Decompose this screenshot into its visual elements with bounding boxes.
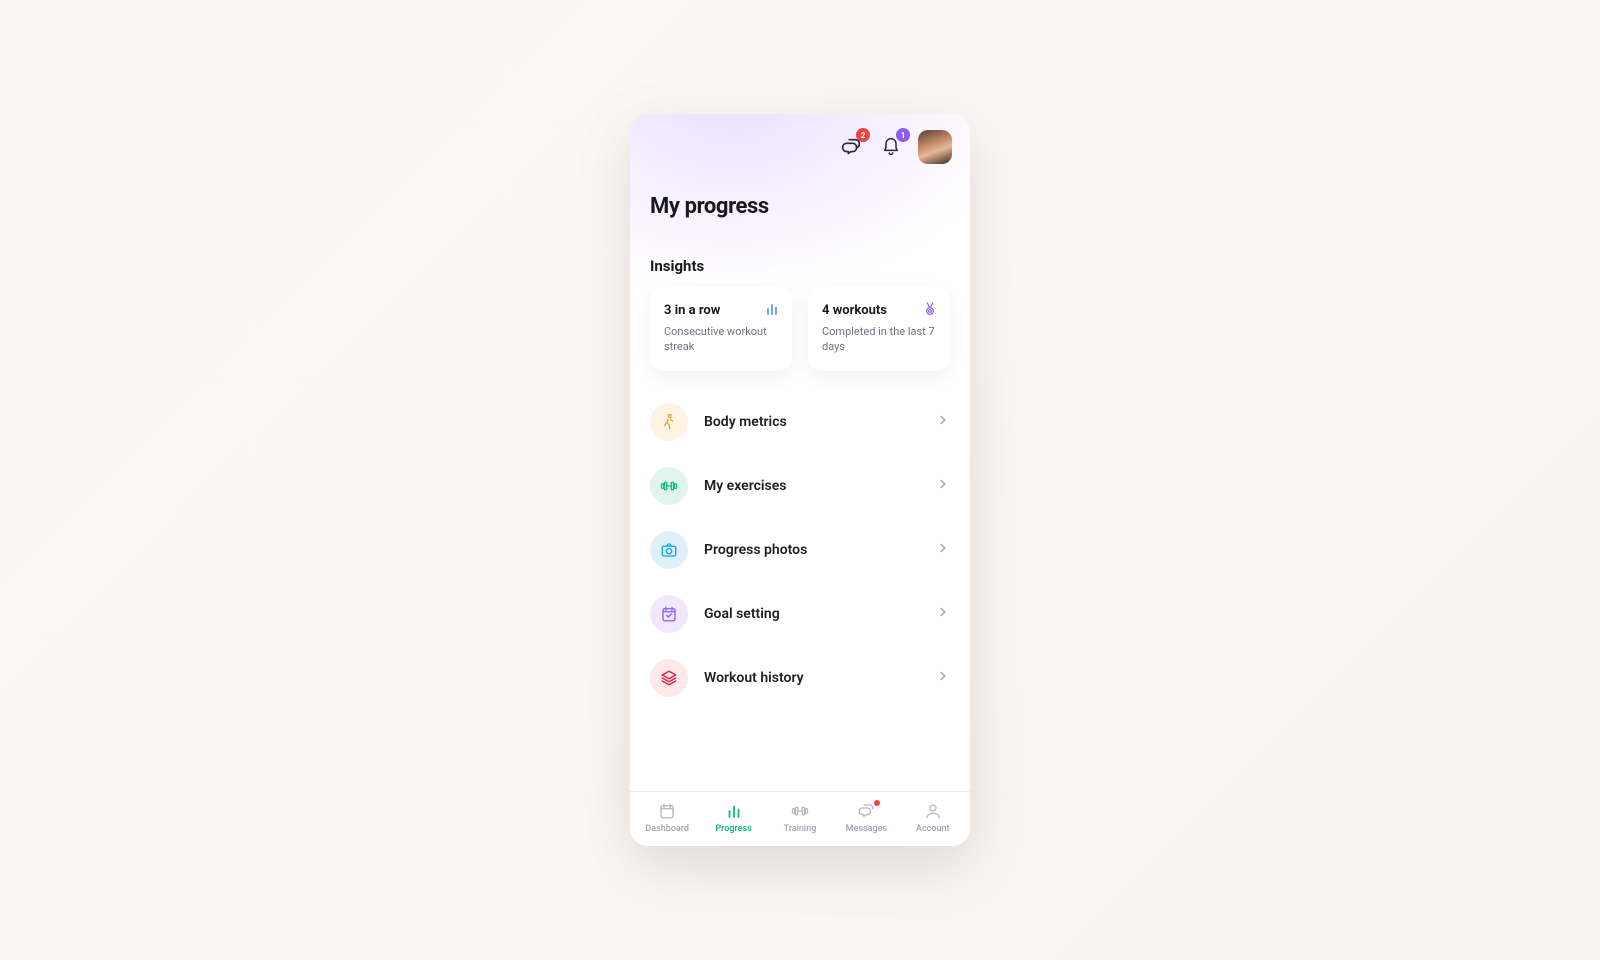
nav-label: Progress — [715, 824, 751, 834]
calendar-check-icon — [650, 595, 688, 633]
notifications-badge: 1 — [896, 128, 910, 142]
avatar[interactable] — [918, 130, 952, 164]
chevron-right-icon — [936, 668, 950, 687]
bottom-nav: Dashboard Progress Training — [630, 791, 970, 846]
calendar-icon — [658, 802, 676, 820]
nav-account[interactable]: Account — [905, 802, 961, 834]
chevron-right-icon — [936, 476, 950, 495]
insight-card-title: 4 workouts — [822, 303, 936, 318]
messages-button[interactable]: 2 — [838, 134, 864, 160]
insight-card-streak[interactable]: 3 in a row Consecutive workout streak — [650, 287, 792, 371]
progress-menu: Body metrics My exercises — [630, 403, 970, 791]
menu-item-label: Goal setting — [704, 606, 920, 622]
unread-dot-icon — [874, 800, 880, 806]
menu-item-progress-photos[interactable]: Progress photos — [650, 531, 950, 569]
insight-card-workouts[interactable]: 4 workouts Completed in the last 7 days — [808, 287, 950, 371]
menu-item-label: Progress photos — [704, 542, 920, 558]
insights-heading: Insights — [630, 219, 970, 287]
insight-card-title: 3 in a row — [664, 303, 778, 318]
insights-cards: 3 in a row Consecutive workout streak 4 … — [630, 287, 970, 371]
top-bar: 2 1 — [630, 114, 970, 164]
insight-card-subtitle: Consecutive workout streak — [664, 324, 778, 355]
walking-icon — [650, 403, 688, 441]
nav-label: Training — [784, 824, 817, 834]
nav-messages[interactable]: Messages — [838, 802, 894, 834]
messages-badge: 2 — [856, 128, 870, 142]
menu-item-body-metrics[interactable]: Body metrics — [650, 403, 950, 441]
dumbbell-icon — [791, 802, 809, 820]
camera-icon — [650, 531, 688, 569]
chevron-right-icon — [936, 604, 950, 623]
nav-label: Dashboard — [645, 824, 689, 834]
nav-progress[interactable]: Progress — [706, 802, 762, 834]
layers-icon — [650, 659, 688, 697]
nav-training[interactable]: Training — [772, 802, 828, 834]
nav-label: Messages — [846, 824, 887, 834]
chat-icon — [857, 802, 875, 820]
bar-chart-icon — [725, 802, 743, 820]
chevron-right-icon — [936, 540, 950, 559]
app-frame: 2 1 My progress Insights 3 in a row Cons… — [630, 114, 970, 846]
insight-card-subtitle: Completed in the last 7 days — [822, 324, 936, 355]
chevron-right-icon — [936, 412, 950, 431]
nav-dashboard[interactable]: Dashboard — [639, 802, 695, 834]
nav-label: Account — [916, 824, 949, 834]
dumbbell-icon — [650, 467, 688, 505]
bar-chart-icon — [764, 301, 780, 321]
menu-item-workout-history[interactable]: Workout history — [650, 659, 950, 697]
medal-icon — [922, 301, 938, 321]
menu-item-goal-setting[interactable]: Goal setting — [650, 595, 950, 633]
menu-item-label: Workout history — [704, 670, 920, 686]
page-title: My progress — [630, 164, 970, 219]
notifications-button[interactable]: 1 — [878, 134, 904, 160]
user-icon — [924, 802, 942, 820]
menu-item-label: Body metrics — [704, 414, 920, 430]
menu-item-my-exercises[interactable]: My exercises — [650, 467, 950, 505]
menu-item-label: My exercises — [704, 478, 920, 494]
